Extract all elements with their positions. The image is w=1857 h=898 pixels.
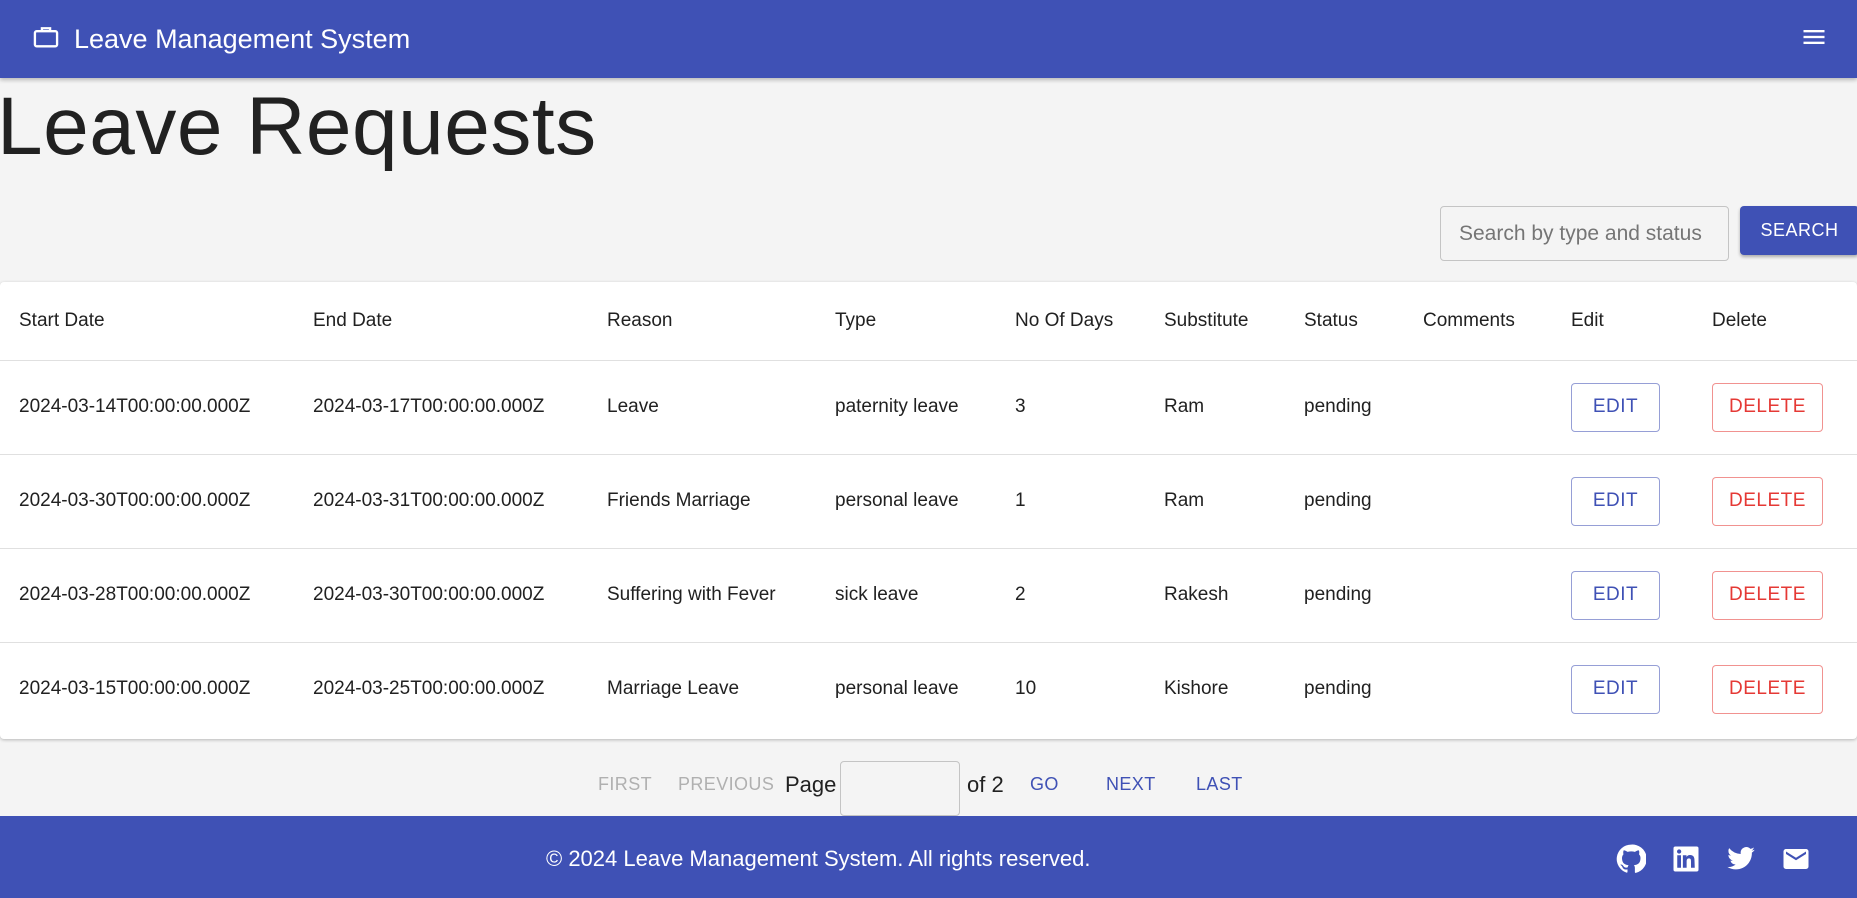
cell-substitute: Ram bbox=[1145, 360, 1285, 455]
cell-type: personal leave bbox=[816, 454, 996, 549]
header-no-of-days: No Of Days bbox=[996, 282, 1145, 361]
cell-start-date: 2024-03-15T00:00:00.000Z bbox=[19, 678, 251, 700]
menu-icon bbox=[1800, 23, 1828, 56]
header-substitute: Substitute bbox=[1145, 282, 1285, 361]
page-title: Leave Requests bbox=[0, 81, 597, 172]
cell-comments bbox=[1404, 642, 1552, 736]
page-label: Page bbox=[785, 772, 837, 797]
github-icon[interactable] bbox=[1616, 844, 1647, 874]
next-page-button[interactable]: NEXT bbox=[1106, 774, 1156, 795]
table-row: 2024-03-28T00:00:00.000Z 2024-03-30T00:0… bbox=[0, 548, 1857, 643]
cell-edit: EDIT bbox=[1552, 642, 1693, 736]
search-input[interactable] bbox=[1440, 206, 1729, 261]
header-status: Status bbox=[1285, 282, 1404, 361]
leave-requests-table: Start Date End Date Reason Type No Of Da… bbox=[0, 282, 1857, 739]
briefcase-icon bbox=[32, 23, 60, 56]
delete-button[interactable]: DELETE bbox=[1712, 382, 1823, 432]
cell-edit: EDIT bbox=[1552, 548, 1693, 643]
cell-end-date: 2024-03-25T00:00:00.000Z bbox=[313, 678, 545, 700]
cell-status: pending bbox=[1304, 678, 1372, 700]
pagination: FIRST PREVIOUS Page of 2 GO NEXT LAST bbox=[0, 760, 1857, 816]
cell-days: 2 bbox=[996, 548, 1145, 643]
cell-delete: DELETE bbox=[1693, 454, 1857, 549]
cell-type: paternity leave bbox=[816, 360, 996, 455]
cell-delete: DELETE bbox=[1693, 642, 1857, 736]
cell-start-date: 2024-03-14T00:00:00.000Z bbox=[0, 360, 294, 455]
cell-comments bbox=[1404, 548, 1552, 643]
cell-reason: Suffering with Fever bbox=[588, 548, 816, 643]
cell-comments bbox=[1404, 454, 1552, 549]
cell-status: pending bbox=[1285, 548, 1404, 643]
menu-button[interactable] bbox=[1797, 22, 1831, 56]
edit-button[interactable]: EDIT bbox=[1571, 664, 1660, 714]
app-header: Leave Management System bbox=[0, 0, 1857, 78]
email-icon[interactable] bbox=[1781, 844, 1811, 874]
previous-page-button[interactable]: PREVIOUS bbox=[678, 774, 774, 795]
cell-reason: Marriage Leave bbox=[607, 678, 740, 700]
cell-end-date: 2024-03-31T00:00:00.000Z bbox=[294, 454, 588, 549]
search-button[interactable]: SEARCH bbox=[1740, 206, 1857, 255]
cell-status: pending bbox=[1285, 360, 1404, 455]
page-count-label: of 2 bbox=[967, 772, 1004, 797]
header-end-date: End Date bbox=[294, 282, 588, 361]
table-row: 2024-03-15T00:00:00.000Z 2024-03-25T00:0… bbox=[0, 642, 1857, 736]
header-type: Type bbox=[816, 282, 996, 361]
cell-delete: DELETE bbox=[1693, 360, 1857, 455]
cell-edit: EDIT bbox=[1552, 454, 1693, 549]
cell-start-date: 2024-03-30T00:00:00.000Z bbox=[0, 454, 294, 549]
edit-button[interactable]: EDIT bbox=[1571, 570, 1660, 620]
table-row: 2024-03-30T00:00:00.000Z 2024-03-31T00:0… bbox=[0, 454, 1857, 549]
cell-reason: Friends Marriage bbox=[588, 454, 816, 549]
delete-button[interactable]: DELETE bbox=[1712, 570, 1823, 620]
cell-type: personal leave bbox=[835, 678, 959, 700]
edit-button[interactable]: EDIT bbox=[1571, 382, 1660, 432]
go-button[interactable]: GO bbox=[1030, 774, 1059, 795]
cell-edit: EDIT bbox=[1552, 360, 1693, 455]
cell-type: sick leave bbox=[816, 548, 996, 643]
app-title: Leave Management System bbox=[74, 23, 411, 54]
cell-days: 10 bbox=[1015, 678, 1037, 700]
header-reason: Reason bbox=[588, 282, 816, 361]
brand: Leave Management System bbox=[32, 23, 410, 56]
cell-comments bbox=[1404, 360, 1552, 455]
cell-delete: DELETE bbox=[1693, 548, 1857, 643]
header-delete: Delete bbox=[1693, 282, 1857, 361]
cell-status: pending bbox=[1285, 454, 1404, 549]
header-comments: Comments bbox=[1404, 282, 1552, 361]
edit-button[interactable]: EDIT bbox=[1571, 476, 1660, 526]
cell-reason: Leave bbox=[588, 360, 816, 455]
cell-days: 3 bbox=[996, 360, 1145, 455]
header-start-date: Start Date bbox=[0, 282, 294, 361]
cell-end-date: 2024-03-17T00:00:00.000Z bbox=[294, 360, 588, 455]
footer: © 2024 Leave Management System. All righ… bbox=[0, 816, 1857, 898]
cell-days: 1 bbox=[996, 454, 1145, 549]
page-number-input[interactable] bbox=[840, 761, 960, 816]
delete-button[interactable]: DELETE bbox=[1712, 476, 1823, 526]
cell-end-date: 2024-03-30T00:00:00.000Z bbox=[294, 548, 588, 643]
cell-substitute: Ram bbox=[1145, 454, 1285, 549]
cell-substitute: Rakesh bbox=[1145, 548, 1285, 643]
header-edit: Edit bbox=[1552, 282, 1693, 361]
delete-button[interactable]: DELETE bbox=[1712, 664, 1823, 714]
cell-substitute: Kishore bbox=[1164, 678, 1229, 700]
cell-start-date: 2024-03-28T00:00:00.000Z bbox=[0, 548, 294, 643]
linkedin-icon[interactable] bbox=[1671, 844, 1701, 874]
table-row: 2024-03-14T00:00:00.000Z 2024-03-17T00:0… bbox=[0, 360, 1857, 455]
first-page-button[interactable]: FIRST bbox=[598, 774, 652, 795]
last-page-button[interactable]: LAST bbox=[1196, 774, 1243, 795]
table-header-row: Start Date End Date Reason Type No Of Da… bbox=[0, 282, 1857, 361]
copyright-text: © 2024 Leave Management System. All righ… bbox=[546, 846, 1091, 871]
twitter-icon[interactable] bbox=[1726, 844, 1756, 874]
